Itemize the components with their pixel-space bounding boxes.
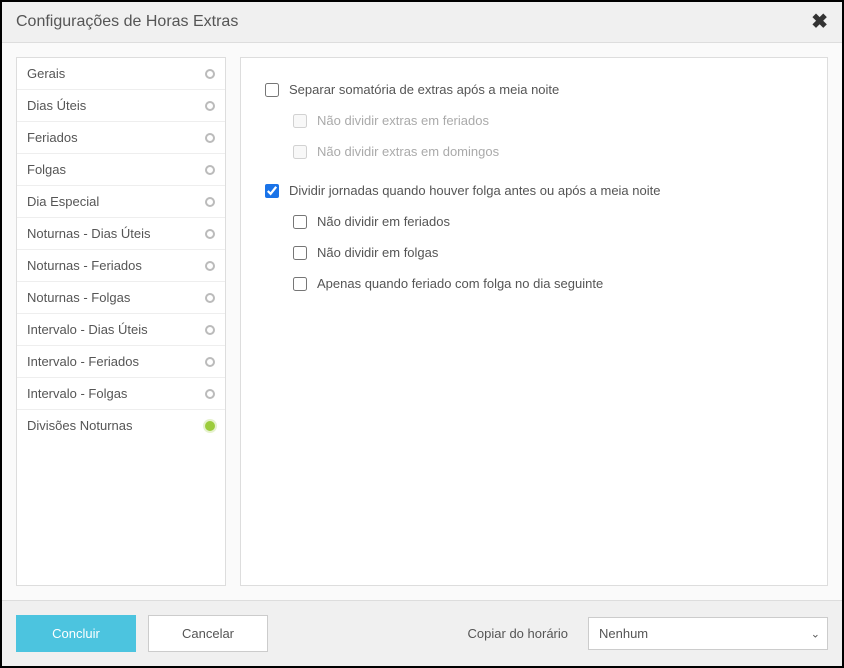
checkbox-nao-dividir-extras-feriados: [293, 114, 307, 128]
sidebar-item-folgas[interactable]: Folgas: [17, 154, 225, 186]
sidebar-item-label: Gerais: [27, 66, 65, 81]
checkbox-dividir-jornadas[interactable]: [265, 184, 279, 198]
status-dot-icon: [205, 229, 215, 239]
status-dot-icon: [205, 133, 215, 143]
checkbox-label: Apenas quando feriado com folga no dia s…: [317, 276, 603, 291]
copy-schedule-label: Copiar do horário: [468, 626, 568, 641]
checkbox-label: Não dividir em folgas: [317, 245, 438, 260]
sidebar-item-intervalo-feriados[interactable]: Intervalo - Feriados: [17, 346, 225, 378]
sidebar-item-label: Dia Especial: [27, 194, 99, 209]
modal-header: Configurações de Horas Extras ✖: [2, 2, 842, 43]
close-icon[interactable]: ✖: [811, 12, 828, 32]
sidebar-item-label: Intervalo - Feriados: [27, 354, 139, 369]
checkbox-label: Não dividir extras em domingos: [317, 144, 499, 159]
checkbox-apenas-feriado-folga[interactable]: [293, 277, 307, 291]
status-dot-icon: [205, 389, 215, 399]
checkbox-separar-somatoria[interactable]: [265, 83, 279, 97]
sidebar-item-label: Intervalo - Folgas: [27, 386, 127, 401]
sidebar-item-intervalo-dias-uteis[interactable]: Intervalo - Dias Úteis: [17, 314, 225, 346]
sidebar-item-noturnas-feriados[interactable]: Noturnas - Feriados: [17, 250, 225, 282]
checkbox-nao-dividir-em-folgas[interactable]: [293, 246, 307, 260]
status-dot-icon: [205, 421, 215, 431]
copy-schedule-select[interactable]: Nenhum: [588, 617, 828, 650]
status-dot-icon: [205, 325, 215, 335]
sidebar-item-label: Feriados: [27, 130, 78, 145]
sidebar-item-label: Noturnas - Folgas: [27, 290, 130, 305]
sidebar: Gerais Dias Úteis Feriados Folgas Dia Es…: [16, 57, 226, 586]
content-panel: Separar somatória de extras após a meia …: [240, 57, 828, 586]
sidebar-item-dias-uteis[interactable]: Dias Úteis: [17, 90, 225, 122]
sidebar-item-intervalo-folgas[interactable]: Intervalo - Folgas: [17, 378, 225, 410]
status-dot-icon: [205, 101, 215, 111]
sidebar-item-gerais[interactable]: Gerais: [17, 58, 225, 90]
checkbox-label: Não dividir extras em feriados: [317, 113, 489, 128]
row-dividir-jornadas: Dividir jornadas quando houver folga ant…: [265, 183, 803, 198]
sidebar-item-noturnas-folgas[interactable]: Noturnas - Folgas: [17, 282, 225, 314]
sidebar-item-feriados[interactable]: Feriados: [17, 122, 225, 154]
sidebar-item-label: Divisões Noturnas: [27, 418, 133, 433]
modal-body: Gerais Dias Úteis Feriados Folgas Dia Es…: [2, 43, 842, 600]
modal-title: Configurações de Horas Extras: [16, 13, 238, 31]
sidebar-item-dia-especial[interactable]: Dia Especial: [17, 186, 225, 218]
copy-schedule-select-wrap: Nenhum ⌄: [588, 617, 828, 650]
status-dot-icon: [205, 165, 215, 175]
checkbox-label: Dividir jornadas quando houver folga ant…: [289, 183, 660, 198]
row-apenas-feriado-folga: Apenas quando feriado com folga no dia s…: [293, 276, 803, 291]
sidebar-item-label: Noturnas - Feriados: [27, 258, 142, 273]
checkbox-label: Não dividir em feriados: [317, 214, 450, 229]
row-nao-dividir-em-feriados: Não dividir em feriados: [293, 214, 803, 229]
sidebar-item-label: Intervalo - Dias Úteis: [27, 322, 148, 337]
sidebar-item-label: Noturnas - Dias Úteis: [27, 226, 151, 241]
checkbox-label: Separar somatória de extras após a meia …: [289, 82, 559, 97]
modal-footer: Concluir Cancelar Copiar do horário Nenh…: [2, 600, 842, 666]
status-dot-icon: [205, 261, 215, 271]
status-dot-icon: [205, 357, 215, 367]
concluir-button[interactable]: Concluir: [16, 615, 136, 652]
overtime-settings-modal: Configurações de Horas Extras ✖ Gerais D…: [0, 0, 844, 668]
row-separar-somatoria: Separar somatória de extras após a meia …: [265, 82, 803, 97]
sidebar-item-noturnas-dias-uteis[interactable]: Noturnas - Dias Úteis: [17, 218, 225, 250]
row-nao-dividir-extras-domingos: Não dividir extras em domingos: [293, 144, 803, 159]
status-dot-icon: [205, 69, 215, 79]
row-nao-dividir-em-folgas: Não dividir em folgas: [293, 245, 803, 260]
row-nao-dividir-extras-feriados: Não dividir extras em feriados: [293, 113, 803, 128]
status-dot-icon: [205, 293, 215, 303]
sidebar-item-label: Folgas: [27, 162, 66, 177]
status-dot-icon: [205, 197, 215, 207]
cancelar-button[interactable]: Cancelar: [148, 615, 268, 652]
sidebar-item-label: Dias Úteis: [27, 98, 86, 113]
checkbox-nao-dividir-extras-domingos: [293, 145, 307, 159]
checkbox-nao-dividir-em-feriados[interactable]: [293, 215, 307, 229]
sidebar-item-divisoes-noturnas[interactable]: Divisões Noturnas: [17, 410, 225, 441]
